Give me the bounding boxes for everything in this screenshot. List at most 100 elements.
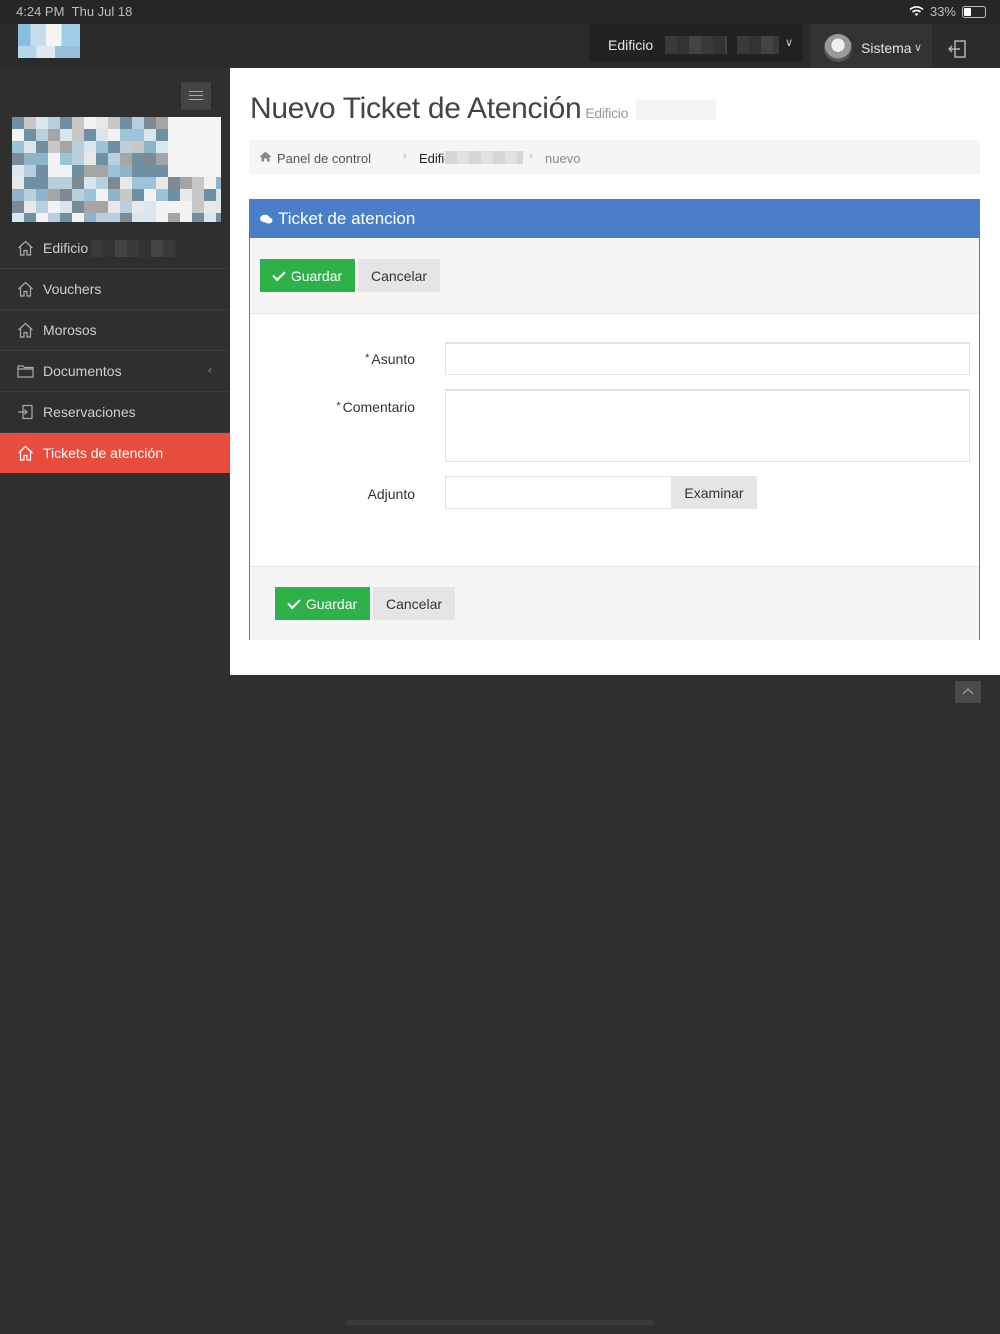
image-pixel — [144, 129, 156, 141]
image-pixel — [72, 153, 84, 165]
image-pixel — [120, 213, 132, 222]
breadcrumb-item-panel[interactable]: Panel de control — [277, 151, 371, 166]
image-pixel — [84, 213, 96, 222]
image-pixel — [24, 201, 36, 213]
image-pixel — [72, 177, 84, 189]
sidebar-item-documentos[interactable]: Documentos ‹ — [0, 351, 230, 392]
image-pixel — [72, 165, 84, 177]
building-select-label: Edificio — [608, 37, 654, 53]
breadcrumb-item-nuevo: nuevo — [545, 151, 581, 166]
side-nav: Edificio Vouchers Morosos Documentos ‹ R… — [0, 228, 238, 473]
save-button[interactable]: Guardar — [275, 587, 370, 620]
image-pixel — [192, 189, 204, 201]
image-pixel — [168, 201, 180, 213]
image-pixel — [72, 129, 84, 141]
image-pixel — [120, 141, 132, 153]
image-pixel — [72, 213, 84, 222]
image-pixel — [12, 129, 24, 141]
image-pixel — [84, 165, 96, 177]
sidebar-item-vouchers[interactable]: Vouchers — [0, 269, 230, 310]
image-pixel — [192, 201, 204, 213]
building-image — [12, 117, 221, 222]
image-pixel — [180, 201, 192, 213]
main-content: Nuevo Ticket de Atención Edificio Panel d… — [230, 68, 1000, 675]
wifi-icon — [909, 6, 924, 16]
image-pixel — [132, 117, 144, 129]
sidebar-item-reservaciones[interactable]: Reservaciones — [0, 392, 230, 433]
asunto-input[interactable] — [445, 342, 970, 375]
image-pixel — [120, 165, 132, 177]
adjunto-file-input[interactable]: Examinar — [445, 476, 757, 509]
battery-icon — [962, 5, 986, 18]
image-pixel — [132, 201, 144, 213]
scroll-to-top-button[interactable] — [955, 681, 981, 703]
comentario-textarea[interactable] — [445, 389, 970, 462]
panel-title: Ticket de atencion — [278, 209, 416, 228]
browse-button[interactable]: Examinar — [671, 477, 757, 508]
image-pixel — [36, 189, 48, 201]
redacted-text — [665, 36, 727, 54]
home-icon — [18, 322, 33, 338]
page-subtitle: Edificio — [585, 105, 629, 121]
image-pixel — [84, 117, 96, 129]
image-pixel — [84, 141, 96, 153]
image-pixel — [108, 189, 120, 201]
image-pixel — [36, 129, 48, 141]
panel-header: Ticket de atencion — [250, 200, 979, 238]
check-icon — [287, 595, 301, 609]
image-pixel — [120, 177, 132, 189]
image-pixel — [36, 177, 48, 189]
image-pixel — [60, 213, 72, 222]
ticket-panel: Ticket de atencion Guardar Cancelar * Asu… — [249, 199, 980, 640]
image-pixel — [12, 177, 24, 189]
page-title: Nuevo Ticket de Atención Edificio — [250, 92, 717, 126]
image-pixel — [72, 117, 84, 129]
image-pixel — [48, 201, 60, 213]
user-name: Sistema — [861, 40, 912, 56]
logout-icon[interactable] — [946, 36, 972, 62]
image-pixel — [108, 177, 120, 189]
sidebar-item-label: Edificio — [43, 240, 89, 256]
image-pixel — [48, 117, 60, 129]
brand-logo[interactable] — [18, 24, 80, 58]
image-pixel — [120, 129, 132, 141]
cancel-button[interactable]: Cancelar — [358, 259, 440, 292]
image-pixel — [48, 189, 60, 201]
image-pixel — [84, 153, 96, 165]
sidebar-item-edificio[interactable]: Edificio — [0, 228, 230, 269]
image-pixel — [168, 213, 180, 222]
image-pixel — [216, 213, 221, 222]
adjunto-label: Adjunto — [367, 486, 415, 502]
image-pixel — [132, 213, 144, 222]
asunto-label: * Asunto — [365, 351, 415, 367]
image-pixel — [108, 141, 120, 153]
menu-toggle-button[interactable] — [181, 82, 211, 110]
sidebar-item-morosos[interactable]: Morosos — [0, 310, 230, 351]
image-pixel — [48, 129, 60, 141]
image-pixel — [132, 129, 144, 141]
save-button[interactable]: Guardar — [260, 259, 355, 292]
user-menu[interactable]: Sistema ∨ — [810, 24, 932, 68]
image-pixel — [24, 177, 36, 189]
sidebar-item-tickets[interactable]: Tickets de atención — [0, 433, 238, 473]
image-pixel — [144, 141, 156, 153]
image-pixel — [144, 117, 156, 129]
image-pixel — [144, 165, 156, 177]
comments-icon — [260, 214, 273, 224]
image-pixel — [216, 189, 221, 201]
image-pixel — [48, 213, 60, 222]
image-pixel — [108, 201, 120, 213]
top-header: Edificio ∨ Sistema ∨ — [0, 24, 1000, 68]
image-pixel — [36, 117, 48, 129]
image-pixel — [48, 165, 60, 177]
image-pixel — [24, 213, 36, 222]
image-pixel — [156, 189, 168, 201]
image-pixel — [216, 201, 221, 213]
image-pixel — [204, 213, 216, 222]
image-pixel — [60, 153, 72, 165]
image-pixel — [156, 153, 168, 165]
home-icon — [18, 281, 33, 297]
building-select[interactable]: Edificio ∨ — [589, 24, 803, 62]
image-pixel — [48, 141, 60, 153]
cancel-button[interactable]: Cancelar — [373, 587, 455, 620]
